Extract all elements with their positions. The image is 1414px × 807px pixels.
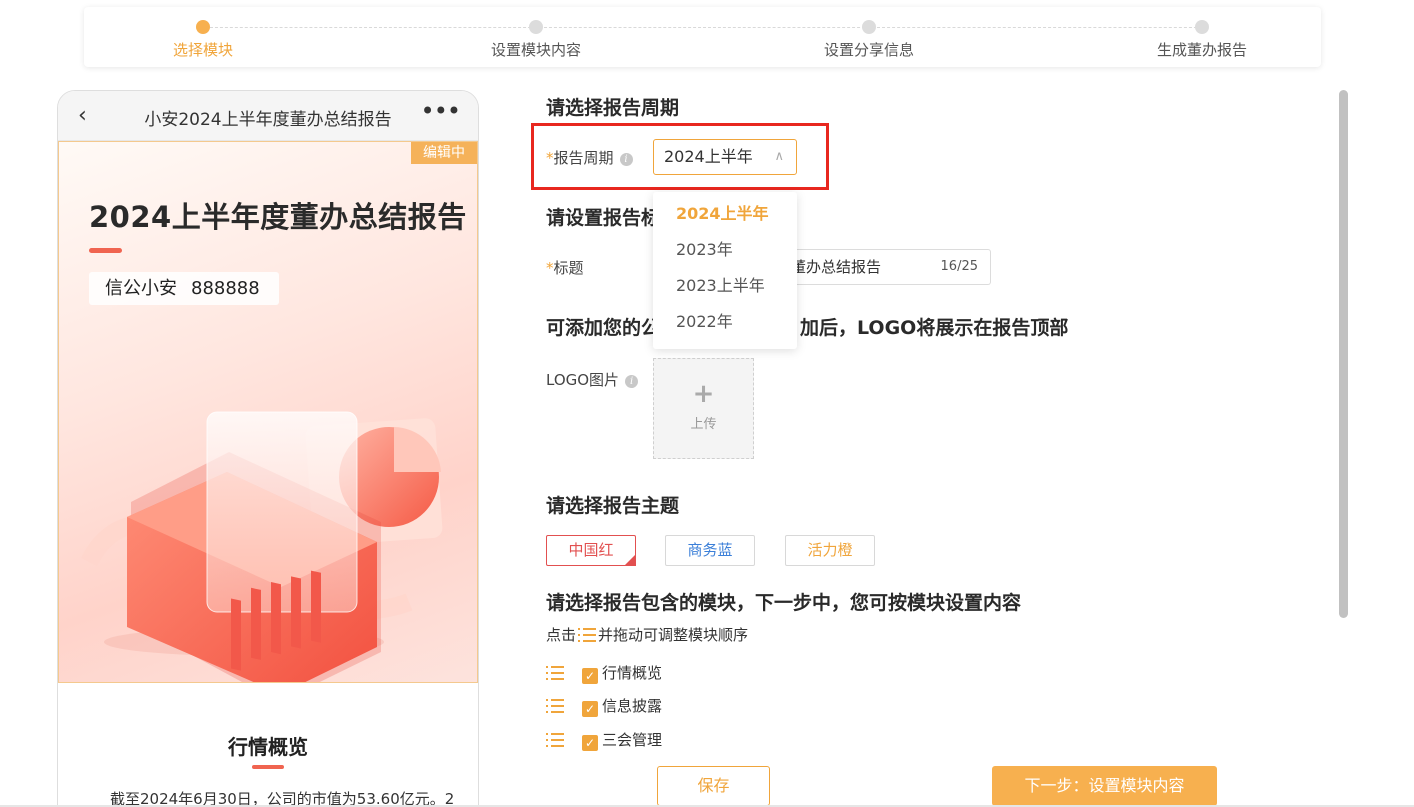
theme-heading: 请选择报告主题 <box>546 495 680 517</box>
title-label-text: 标题 <box>553 259 584 277</box>
preview-header: ‹ 小安2024上半年度董办总结报告 ••• <box>58 91 478 141</box>
save-button[interactable]: 保存 <box>657 766 770 806</box>
theme-option-business-blue[interactable]: 商务蓝 <box>665 535 755 566</box>
period-heading: 请选择报告周期 <box>546 97 680 119</box>
step-connector <box>544 27 870 28</box>
logo-upload-button[interactable]: + 上传 <box>653 358 754 459</box>
checkbox-checked-icon[interactable]: ✓ <box>582 735 598 751</box>
checkbox-checked-icon[interactable]: ✓ <box>582 701 598 717</box>
title-input-value: 董办总结报告 <box>791 258 882 276</box>
step-connector <box>210 27 536 28</box>
editing-badge: 编辑中 <box>411 142 477 164</box>
more-icon[interactable]: ••• <box>421 97 461 125</box>
title-label: *标题 <box>546 259 584 277</box>
period-label: *报告周期 i <box>546 147 633 168</box>
period-option-2023h1[interactable]: 2023上半年 <box>653 268 797 304</box>
section-accent-bar <box>252 765 284 769</box>
modules-hint: 点击 并拖动可调整模块顺序 <box>546 624 748 645</box>
selected-corner-icon <box>624 554 636 566</box>
scrollbar-thumb[interactable] <box>1339 90 1348 618</box>
info-icon[interactable]: i <box>619 153 633 166</box>
plus-icon: + <box>692 379 715 409</box>
logo-heading-right: 加后，LOGO将展示在报告顶部 <box>800 317 1069 339</box>
drag-handle-icon[interactable] <box>546 699 564 713</box>
title-input[interactable]: 董办总结报告 16/25 <box>785 249 991 285</box>
period-select-value: 2024上半年 <box>664 147 753 166</box>
period-select[interactable]: 2024上半年 ∧ <box>653 139 797 175</box>
cover-illustration <box>80 411 443 682</box>
drag-handle-icon[interactable] <box>546 733 564 747</box>
module-label: 信息披露 <box>602 697 663 715</box>
logo-label-text: LOGO图片 <box>546 371 620 389</box>
cover-accent-bar <box>89 248 122 253</box>
title-heading: 请设置报告标 <box>546 207 661 229</box>
checkbox-checked-icon[interactable]: ✓ <box>582 668 598 684</box>
modules-hint-prefix: 点击 <box>546 626 577 644</box>
step-label-select-modules[interactable]: 选择模块 <box>173 39 233 60</box>
module-row-market[interactable]: ✓ 行情概览 <box>546 662 663 684</box>
period-option-2023[interactable]: 2023年 <box>653 232 797 268</box>
logo-heading-left: 可添加您的公 <box>546 317 661 339</box>
modules-heading: 请选择报告包含的模块，下一步中，您可按模块设置内容 <box>546 592 1022 614</box>
theme-option-label: 商务蓝 <box>687 541 733 559</box>
module-row-disclosure[interactable]: ✓ 信息披露 <box>546 695 663 717</box>
period-option-2022[interactable]: 2022年 <box>653 304 797 340</box>
company-name: 信公小安 <box>105 278 177 299</box>
step-progress-bar: 选择模块 设置模块内容 设置分享信息 生成董办报告 <box>84 7 1321 67</box>
theme-option-label: 活力橙 <box>807 541 853 559</box>
chevron-up-icon: ∧ <box>774 149 784 164</box>
company-chip: 信公小安 888888 <box>89 272 279 305</box>
cover-title: 2024上半年度董办总结报告 <box>89 200 467 234</box>
period-option-2024h1[interactable]: 2024上半年 <box>653 196 797 232</box>
theme-option-china-red[interactable]: 中国红 <box>546 535 636 566</box>
drag-handle-icon[interactable] <box>546 666 564 680</box>
period-dropdown: 2024上半年 2023年 2023上半年 2022年 <box>653 192 797 349</box>
module-label: 行情概览 <box>602 664 663 682</box>
report-cover[interactable]: 编辑中 2024上半年度董办总结报告 信公小安 888888 <box>58 141 478 683</box>
title-char-count: 16/25 <box>940 259 978 274</box>
drag-handle-icon <box>578 628 597 642</box>
next-step-button[interactable]: 下一步：设置模块内容 <box>992 766 1217 806</box>
module-row-meetings[interactable]: ✓ 三会管理 <box>546 729 663 751</box>
preview-header-title: 小安2024上半年度董办总结报告 <box>144 110 392 130</box>
step-dot-share-info <box>862 20 876 34</box>
step-label-set-module-content[interactable]: 设置模块内容 <box>491 39 581 60</box>
section-title-market: 行情概览 <box>228 735 308 759</box>
step-dot-select-modules <box>196 20 210 34</box>
theme-option-vitality-orange[interactable]: 活力橙 <box>785 535 875 566</box>
company-code: 888888 <box>191 278 260 299</box>
step-label-generate-report[interactable]: 生成董办报告 <box>1157 39 1247 60</box>
upload-label: 上传 <box>690 417 717 432</box>
module-label: 三会管理 <box>602 731 663 749</box>
step-connector <box>877 27 1202 28</box>
period-label-text: 报告周期 <box>553 149 614 167</box>
modules-hint-suffix: 并拖动可调整模块顺序 <box>598 626 749 644</box>
step-dot-generate-report <box>1195 20 1209 34</box>
step-dot-set-module-content <box>529 20 543 34</box>
step-label-share-info[interactable]: 设置分享信息 <box>824 39 914 60</box>
logo-label: LOGO图片 i <box>546 369 639 390</box>
mobile-preview: ‹ 小安2024上半年度董办总结报告 ••• 编辑中 2024上半年度董办总结报… <box>57 90 479 807</box>
info-icon[interactable]: i <box>625 375 639 388</box>
theme-option-label: 中国红 <box>568 541 614 559</box>
